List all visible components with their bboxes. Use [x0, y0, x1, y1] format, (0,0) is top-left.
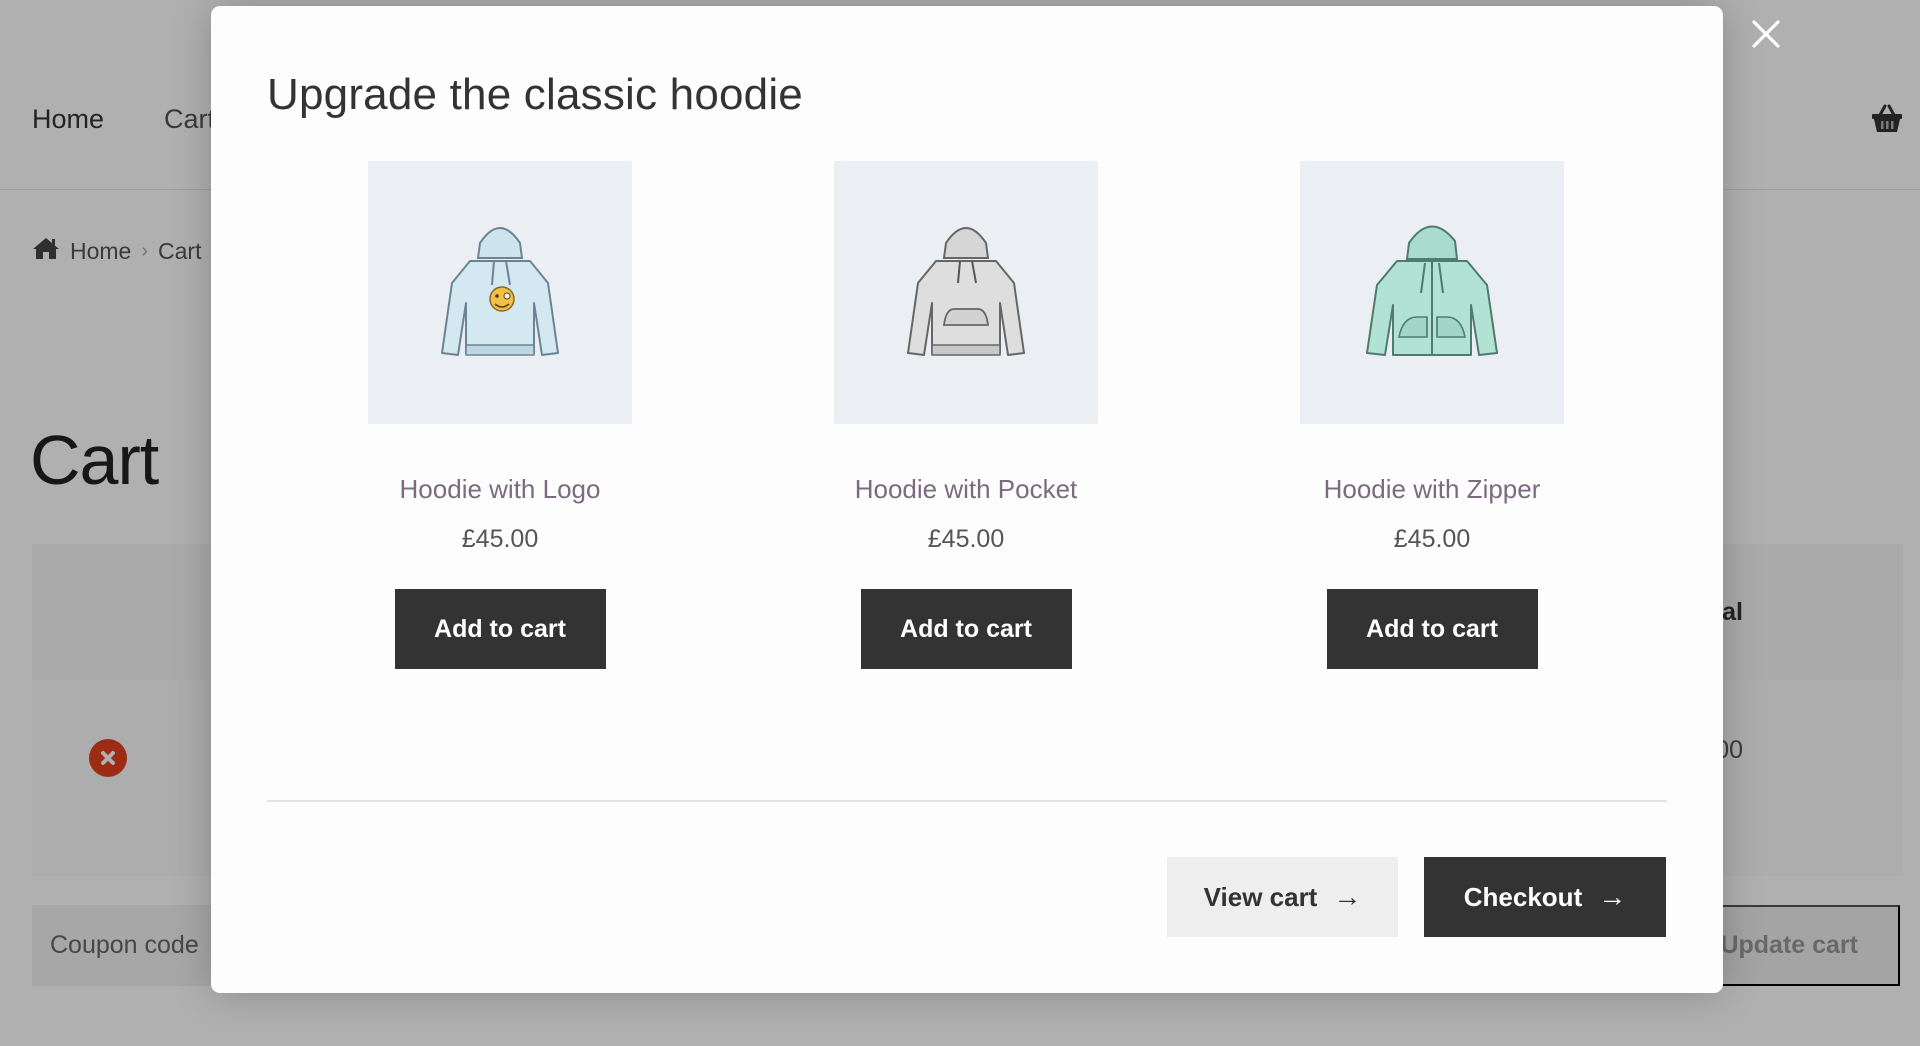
checkout-label: Checkout — [1463, 881, 1583, 912]
arrow-right-icon: → — [1598, 881, 1627, 912]
product-price: £45.00 — [927, 525, 1005, 553]
product-name-link[interactable]: Hoodie with Zipper — [1324, 474, 1541, 505]
add-to-cart-button[interactable]: Add to cart — [394, 589, 606, 669]
close-icon[interactable] — [1750, 18, 1782, 50]
add-to-cart-button[interactable]: Add to cart — [860, 589, 1072, 669]
product-card: Hoodie with Pocket £45.00 Add to cart — [834, 161, 1098, 669]
modal-divider — [267, 800, 1667, 802]
add-to-cart-button[interactable]: Add to cart — [1326, 589, 1538, 669]
product-name-link[interactable]: Hoodie with Logo — [400, 474, 601, 505]
arrow-right-icon: → — [1333, 881, 1362, 912]
product-card: Hoodie with Logo £45.00 Add to cart — [368, 161, 632, 669]
hoodie-pocket-image[interactable] — [834, 161, 1098, 424]
upsell-modal: Upgrade the classic hoodie Hoodie with L… — [211, 6, 1723, 993]
product-name-link[interactable]: Hoodie with Pocket — [855, 474, 1078, 505]
hoodie-logo-image[interactable] — [368, 161, 632, 424]
view-cart-label: View cart — [1203, 881, 1318, 912]
product-price: £45.00 — [1393, 525, 1471, 553]
hoodie-zipper-image[interactable] — [1300, 161, 1564, 424]
product-price: £45.00 — [461, 525, 539, 553]
view-cart-button[interactable]: View cart → — [1167, 857, 1398, 937]
modal-title: Upgrade the classic hoodie — [267, 70, 803, 119]
product-card: Hoodie with Zipper £45.00 Add to cart — [1300, 161, 1564, 669]
checkout-button[interactable]: Checkout → — [1424, 857, 1666, 937]
